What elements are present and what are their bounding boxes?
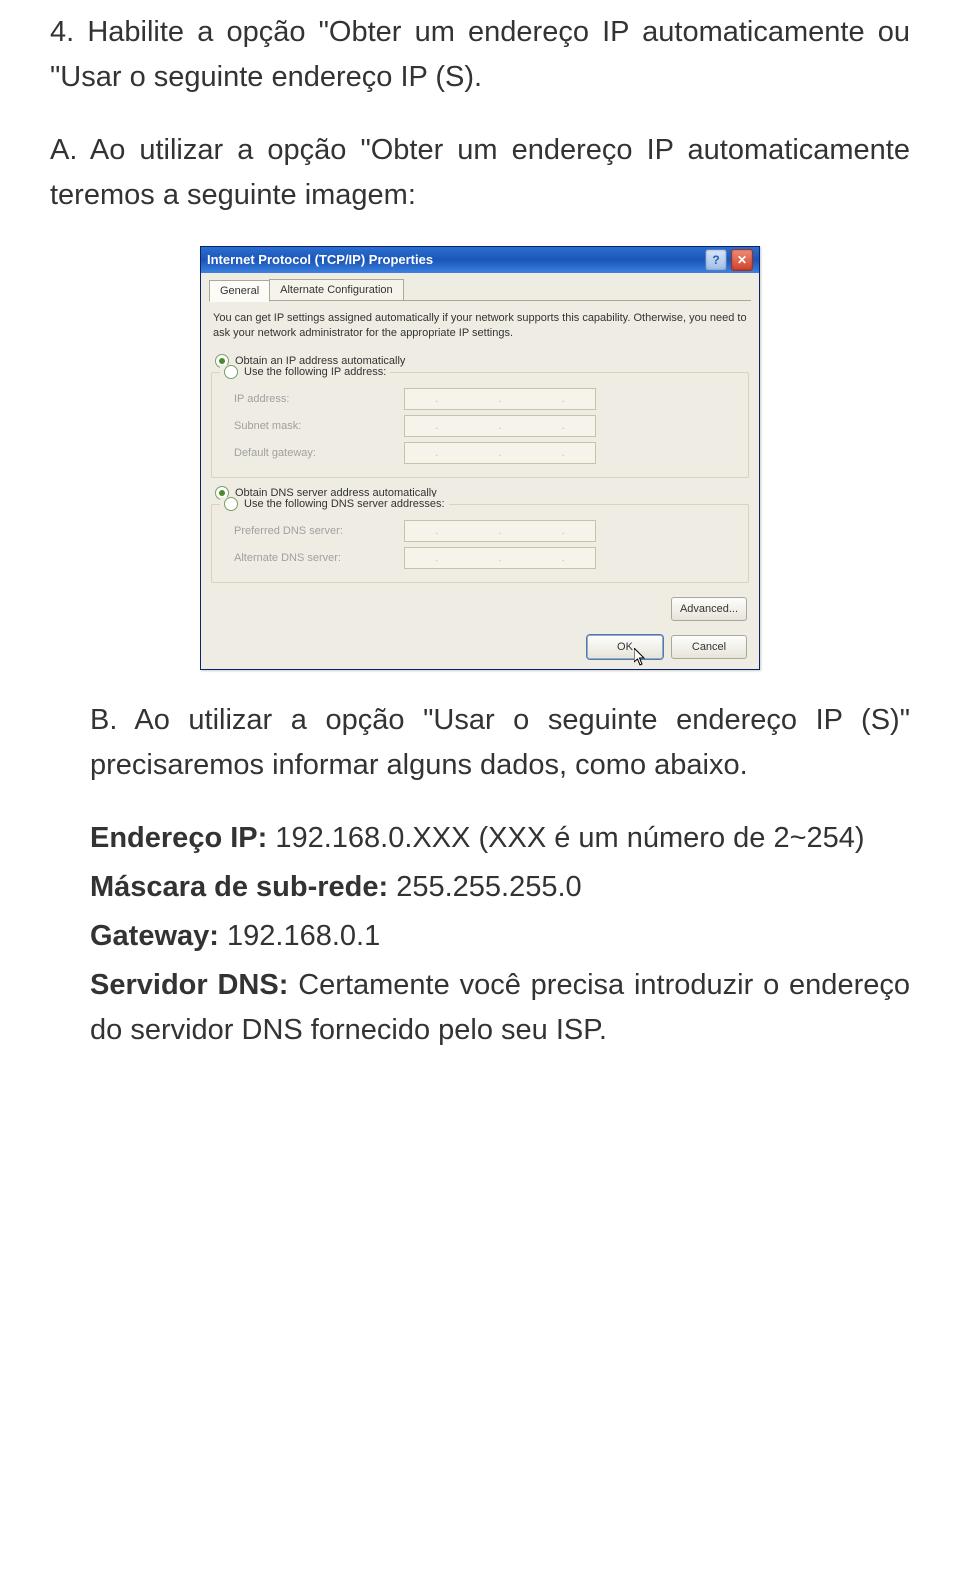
input-alternate-dns: ... [404,547,596,569]
spec-ip: Endereço IP: 192.168.0.XXX (XXX é um núm… [50,816,910,861]
spec-dns-label: Servidor DNS: [90,969,298,1001]
dialog-title: Internet Protocol (TCP/IP) Properties [207,252,705,267]
advanced-button[interactable]: Advanced... [671,597,747,621]
spec-ip-value: 192.168.0.XXX (XXX é um número de 2~254) [275,822,864,854]
dialog-description: You can get IP settings assigned automat… [213,311,747,341]
cursor-icon [634,648,648,666]
tab-general[interactable]: General [209,280,270,302]
ok-button-label: OK [617,641,633,653]
label-alternate-dns: Alternate DNS server: [234,552,404,564]
spec-ip-label: Endereço IP: [90,822,275,854]
paragraph-step-4: 4. Habilite a opção "Obter um endereço I… [50,10,910,100]
field-preferred-dns: Preferred DNS server: ... [234,520,726,542]
cancel-button[interactable]: Cancel [671,635,747,659]
radio-use-ip[interactable] [224,365,238,379]
input-ip-address: ... [404,388,596,410]
input-default-gateway: ... [404,442,596,464]
label-default-gateway: Default gateway: [234,447,404,459]
label-ip-address: IP address: [234,393,404,405]
close-icon[interactable]: ✕ [731,249,753,271]
tcpip-properties-dialog: Internet Protocol (TCP/IP) Properties ? … [200,246,760,671]
spec-mask-value: 255.255.255.0 [396,871,581,903]
spec-mask-label: Máscara de sub-rede: [90,871,396,903]
field-ip-address: IP address: ... [234,388,726,410]
tab-alternate-configuration[interactable]: Alternate Configuration [269,279,404,300]
field-subnet-mask: Subnet mask: ... [234,415,726,437]
paragraph-option-a: A. Ao utilizar a opção "Obter um endereç… [50,128,910,218]
radio-label: Use the following IP address: [244,366,386,378]
spec-gateway: Gateway: 192.168.0.1 [50,914,910,959]
spec-gw-label: Gateway: [90,920,227,952]
spec-mask: Máscara de sub-rede: 255.255.255.0 [50,865,910,910]
ok-button[interactable]: OK [587,635,663,659]
label-preferred-dns: Preferred DNS server: [234,525,404,537]
spec-dns: Servidor DNS: Certamente você precisa in… [50,963,910,1053]
paragraph-option-b: B. Ao utilizar a opção "Usar o seguinte … [50,698,910,788]
field-alternate-dns: Alternate DNS server: ... [234,547,726,569]
input-subnet-mask: ... [404,415,596,437]
radio-label: Use the following DNS server addresses: [244,498,445,510]
field-default-gateway: Default gateway: ... [234,442,726,464]
spec-gw-value: 192.168.0.1 [227,920,380,952]
tab-strip: General Alternate Configuration [209,279,751,301]
dialog-titlebar: Internet Protocol (TCP/IP) Properties ? … [201,247,759,273]
label-subnet-mask: Subnet mask: [234,420,404,432]
help-icon[interactable]: ? [705,249,727,271]
radio-use-dns[interactable] [224,497,238,511]
input-preferred-dns: ... [404,520,596,542]
